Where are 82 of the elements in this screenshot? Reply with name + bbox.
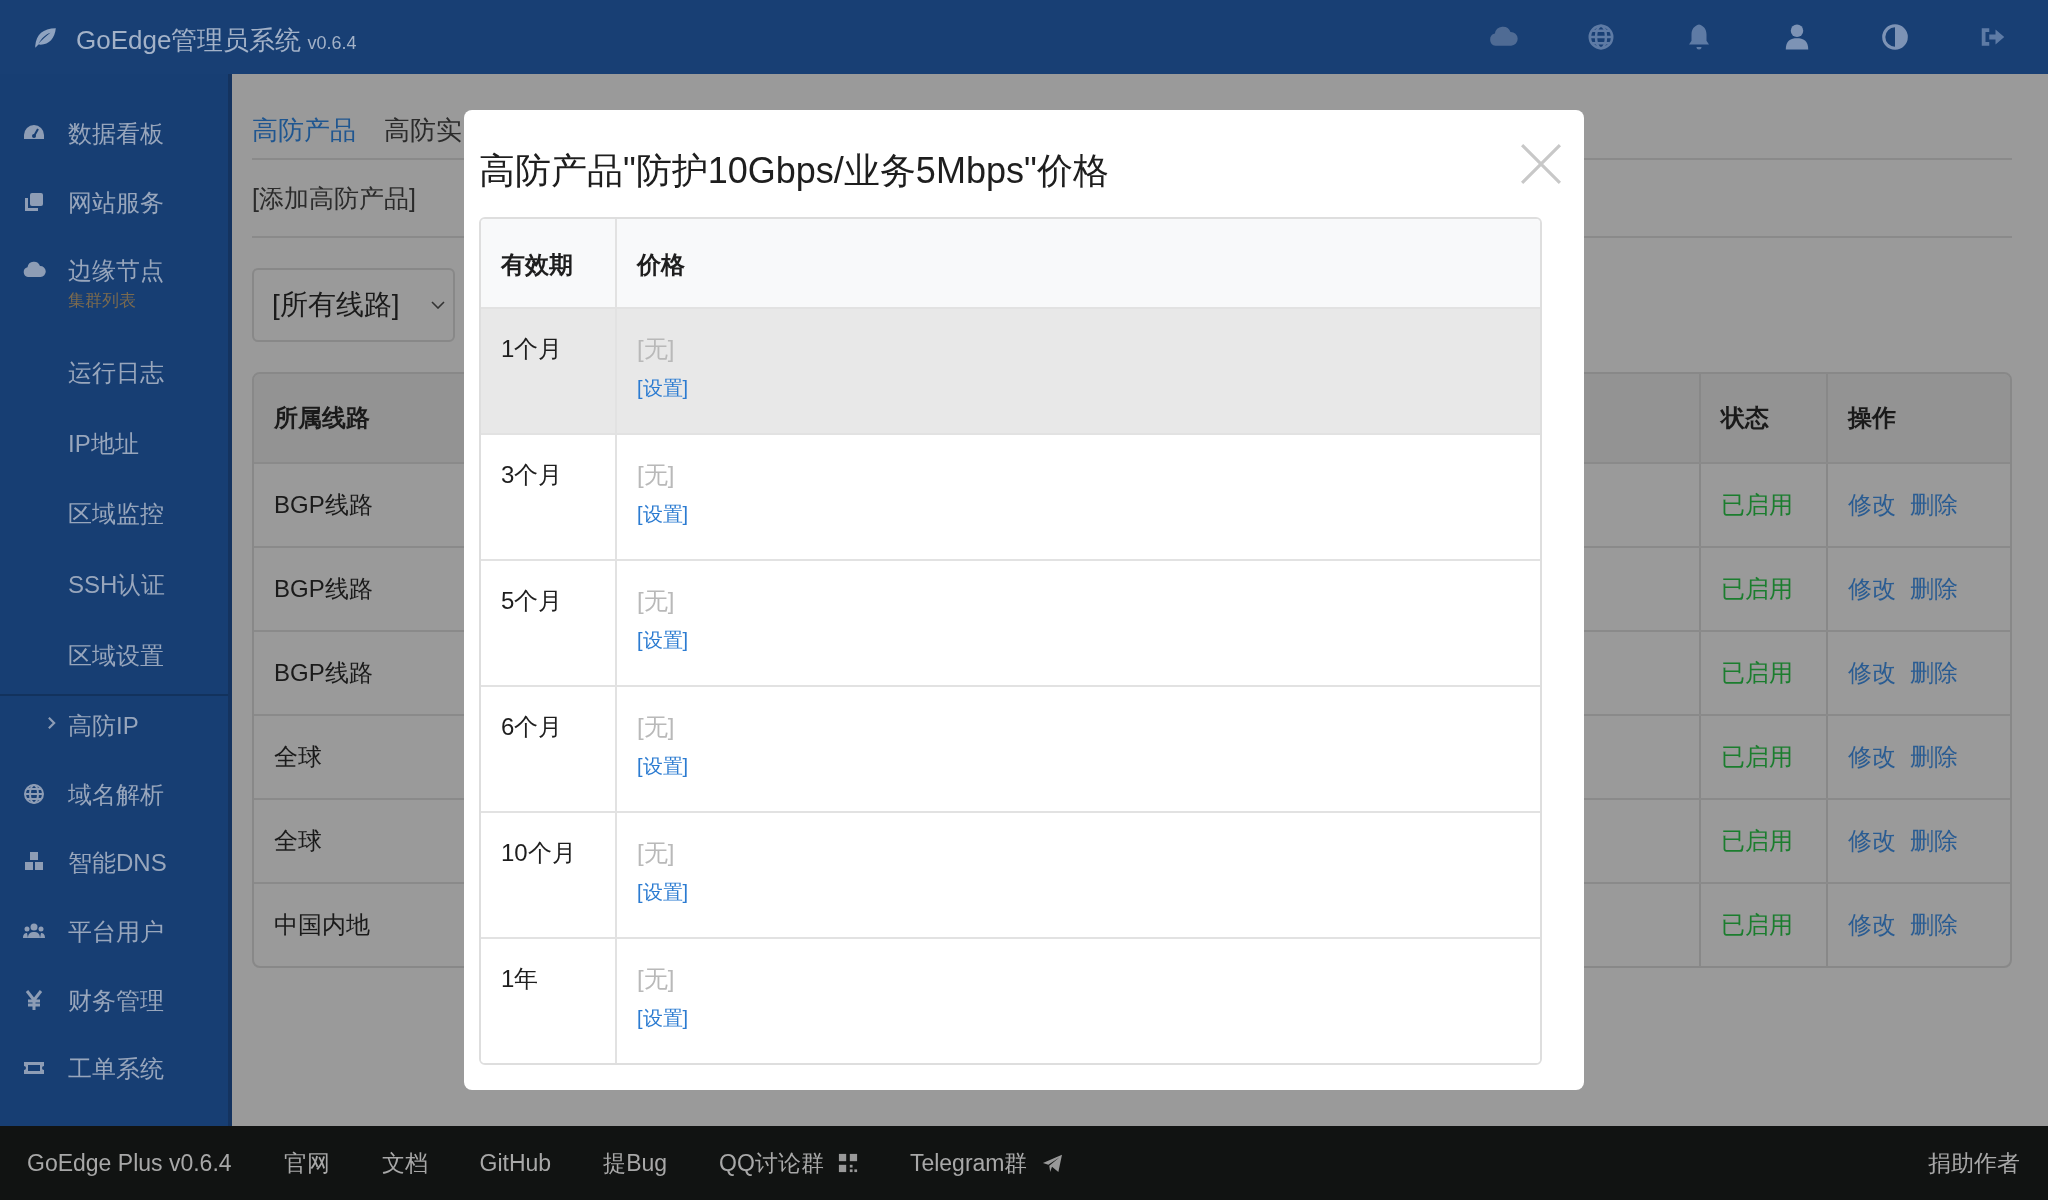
price-value: [无]	[637, 838, 675, 868]
table-cell-text: 全球	[274, 826, 322, 856]
sidebar-item[interactable]: IP地址	[0, 413, 228, 483]
donate-link[interactable]: 捐助作者	[1928, 1147, 2020, 1179]
contrast-icon[interactable]	[1880, 22, 1910, 52]
sidebar-item[interactable]: 高防IP	[0, 696, 228, 765]
action-link[interactable]: 修改	[1848, 657, 1896, 689]
app-title[interactable]: GoEdge管理员系统	[76, 22, 302, 58]
set-price-link[interactable]: [设置]	[637, 627, 689, 654]
status-text: 已启用	[1721, 742, 1793, 772]
set-price-link[interactable]: [设置]	[637, 501, 689, 528]
set-price-link[interactable]: [设置]	[637, 753, 689, 780]
sidebar-item[interactable]: 平台用户	[0, 901, 228, 971]
price-value: [无]	[637, 460, 675, 490]
sidebar-item[interactable]: 域名解析	[0, 764, 228, 834]
sidebar-item[interactable]: 财务管理	[0, 970, 228, 1040]
table-cell-text: 5个月	[500, 586, 564, 616]
sidebar-item[interactable]: SSH认证	[0, 554, 228, 624]
table-cell-text: 1年	[500, 964, 540, 994]
table-cell-text: 6个月	[500, 712, 564, 742]
version-label: v0.6.4	[307, 32, 357, 54]
sidebar-item[interactable]: 网站服务	[0, 172, 228, 242]
set-price-link[interactable]: [设置]	[637, 879, 689, 906]
dialog-title: 高防产品"防护10Gbps/业务5Mbps"价格	[479, 149, 1109, 193]
paper-plane-icon	[1041, 1153, 1062, 1173]
action-link[interactable]: 修改	[1848, 909, 1896, 941]
table-cell-text: BGP线路	[274, 490, 373, 520]
footer-link[interactable]: 官网	[283, 1147, 330, 1179]
set-price-link[interactable]: [设置]	[637, 1005, 689, 1032]
action-link[interactable]: 修改	[1848, 489, 1896, 521]
footer-link[interactable]: GoEdge Plus v0.6.4	[27, 1149, 232, 1177]
footer-link[interactable]: QQ讨论群	[719, 1147, 858, 1179]
globe-icon	[21, 781, 47, 806]
action-link[interactable]: 删除	[1910, 657, 1958, 689]
status-text: 已启用	[1721, 910, 1793, 940]
price-value: [无]	[637, 586, 675, 616]
price-value: [无]	[637, 964, 675, 994]
table-cell-text: 全球	[274, 742, 322, 772]
column-header: 所属线路	[274, 403, 370, 433]
action-link[interactable]: 删除	[1910, 909, 1958, 941]
sidebar-item[interactable]: 数据看板	[0, 104, 228, 173]
action-link[interactable]: 删除	[1910, 489, 1958, 521]
footer-link[interactable]: Telegram群	[909, 1147, 1062, 1179]
footer-link[interactable]: 提Bug	[603, 1147, 668, 1179]
status-text: 已启用	[1721, 658, 1793, 688]
tab[interactable]: 高防产品	[252, 100, 356, 148]
action-link[interactable]: 删除	[1910, 573, 1958, 605]
action-link[interactable]: 删除	[1910, 741, 1958, 773]
qr-icon	[837, 1153, 858, 1173]
action-link[interactable]: 修改	[1848, 573, 1896, 605]
column-header: 状态	[1721, 403, 1769, 433]
table-cell-text: 中国内地	[274, 910, 370, 940]
action-link[interactable]: 删除	[1910, 825, 1958, 857]
sidebar-item[interactable]: 边缘节点 集群列表	[0, 241, 228, 342]
price-value: [无]	[637, 712, 675, 742]
sidebar-item[interactable]: 智能DNS	[0, 833, 228, 902]
caret-icon	[431, 301, 445, 309]
line-dropdown[interactable]: [所有线路]	[252, 268, 455, 342]
table-cell-text: 3个月	[500, 460, 564, 490]
sidebar-item[interactable]: 区域设置	[0, 625, 228, 695]
column-header: 操作	[1848, 403, 1896, 433]
column-header: 有效期	[500, 250, 574, 280]
action-link[interactable]: 修改	[1848, 825, 1896, 857]
sidebar-item[interactable]: 工单系统	[0, 1039, 228, 1108]
table-cell-text: 10个月	[500, 838, 577, 868]
close-icon[interactable]	[1520, 142, 1562, 185]
status-text: 已启用	[1721, 574, 1793, 604]
sidebar-item[interactable]: 运行日志	[0, 343, 228, 412]
footer-link[interactable]: GitHub	[479, 1149, 552, 1177]
set-price-link[interactable]: [设置]	[637, 375, 689, 402]
chevron-icon	[47, 716, 56, 731]
status-text: 已启用	[1721, 490, 1793, 520]
sidebar-subtitle: 集群列表	[68, 290, 137, 313]
status-text: 已启用	[1721, 826, 1793, 856]
action-link[interactable]: 修改	[1848, 741, 1896, 773]
footer-link[interactable]: 文档	[381, 1147, 428, 1179]
add-product-link[interactable]: [添加高防产品]	[252, 181, 416, 215]
table-cell-text: BGP线路	[274, 574, 373, 604]
sidebar-item[interactable]: 区域监控	[0, 484, 228, 553]
tab[interactable]: 高防实	[384, 100, 462, 148]
table-cell-text: BGP线路	[274, 658, 373, 688]
globe-icon[interactable]	[1586, 22, 1616, 52]
